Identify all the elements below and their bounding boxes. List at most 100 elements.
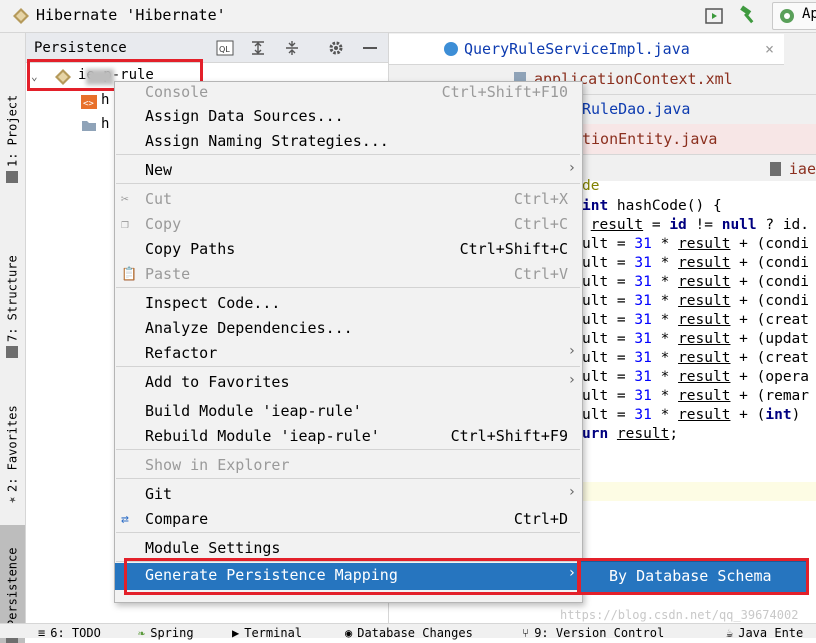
bottom-tab-terminal[interactable]: ▶ Terminal: [232, 626, 302, 640]
run-config-icon[interactable]: [704, 6, 724, 26]
bottom-tab-version-control[interactable]: ⑂ 9: Version Control: [522, 626, 664, 640]
menu-item-inspect-code[interactable]: Inspect Code...: [115, 291, 580, 316]
panel-title: Persistence: [34, 40, 127, 56]
app-button-label: Ap: [802, 6, 816, 22]
menu-separator: [116, 154, 580, 155]
left-tool-strip: 1: Project 7: Structure ★ 2: Favorites P…: [0, 33, 26, 643]
star-icon: ★: [5, 494, 20, 508]
terminal-icon: ▶: [232, 626, 240, 640]
code-line: int hashCode() {: [582, 198, 722, 214]
tree-child-label[interactable]: h: [101, 92, 109, 108]
tab-project-label: 1: Project: [5, 94, 20, 167]
tab-project[interactable]: 1: Project: [0, 73, 25, 183]
copy-icon: ❐: [121, 217, 129, 232]
chevron-right-icon: ›: [567, 343, 576, 359]
menu-item-add-to-favorites[interactable]: Add to Favorites ›: [115, 370, 580, 395]
menu-item-shortcut: Ctrl+D: [513, 510, 568, 528]
menu-item-copy[interactable]: ❐ Copy Ctrl+C: [115, 212, 580, 237]
tab-label: QueryRuleServiceImpl.java: [464, 40, 690, 58]
minimize-icon[interactable]: [361, 40, 379, 56]
tab-structure[interactable]: 7: Structure: [0, 238, 25, 358]
bottom-tab-spring[interactable]: ❧ Spring: [138, 626, 194, 640]
tab-favorites[interactable]: ★ 2: Favorites: [0, 383, 25, 508]
database-icon: ◉: [345, 626, 353, 640]
menu-separator: [116, 532, 580, 533]
menu-item-new[interactable]: New ›: [115, 158, 580, 183]
menu-item-label: Inspect Code...: [145, 294, 281, 312]
list-icon: ≡: [38, 626, 46, 640]
folder-icon: [82, 121, 96, 131]
bottom-tab-label: Java Ente: [738, 626, 804, 640]
chevron-right-icon: ›: [567, 160, 576, 176]
menu-item-label: Show in Explorer: [145, 456, 290, 474]
code-line: ult = 31 * result + (int): [582, 407, 810, 423]
tab-query-rule-service-impl[interactable]: QueryRuleServiceImpl.java ×: [389, 34, 784, 65]
bottom-tab-label: 9: Version Control: [534, 626, 665, 640]
menu-item-label: Add to Favorites: [145, 373, 290, 391]
menu-separator: [116, 287, 580, 288]
menu-item-rebuild-module-ieap-rule[interactable]: Rebuild Module 'ieap-rule' Ctrl+Shift+F9: [115, 424, 580, 449]
close-icon[interactable]: ×: [765, 40, 774, 58]
menu-item-label: Compare: [145, 510, 209, 528]
code-line: ult = 31 * result + (condi: [582, 274, 810, 290]
expand-all-icon[interactable]: [249, 40, 267, 56]
menu-item-paste[interactable]: 📋 Paste Ctrl+V: [115, 262, 580, 287]
code-line: ult = 31 * result + (creat: [582, 312, 810, 328]
menu-item-console[interactable]: Console Ctrl+Shift+F10: [115, 80, 580, 105]
tab-iae[interactable]: iae: [760, 154, 816, 184]
menu-item-refactor[interactable]: Refactor ›: [115, 341, 580, 366]
bottom-tab-label: Database Changes: [357, 626, 473, 640]
tab-label: tionEntity.java: [582, 130, 718, 148]
menu-item-copy-paths[interactable]: Copy Paths Ctrl+Shift+C: [115, 237, 580, 262]
highlight-box-submenu: [577, 558, 809, 595]
code-line: ult = 31 * result + (updat: [582, 331, 810, 347]
window-title: Hibernate 'Hibernate': [36, 6, 226, 24]
menu-item-label: Copy Paths: [145, 240, 236, 258]
menu-item-shortcut: Ctrl+Shift+C: [459, 240, 568, 258]
menu-item-label: Build Module 'ieap-rule': [145, 402, 362, 420]
gear-icon[interactable]: [327, 40, 345, 56]
menu-item-label: Paste: [145, 265, 191, 283]
collapse-all-icon[interactable]: [283, 40, 301, 56]
menu-separator: [116, 449, 580, 450]
code-line: de: [582, 178, 600, 194]
file-icon: [770, 162, 781, 176]
menu-item-label: New: [145, 161, 173, 179]
bottom-tab-todo[interactable]: ≡ 6: TODO: [38, 626, 101, 640]
menu-item-git[interactable]: Git ›: [115, 482, 580, 507]
menu-item-show-in-explorer[interactable]: Show in Explorer: [115, 453, 580, 478]
code-line: ult = 31 * result + (creat: [582, 350, 810, 366]
menu-item-analyze-dependencies[interactable]: Analyze Dependencies...: [115, 316, 580, 341]
xml-file-icon: <>: [81, 95, 97, 109]
menu-item-shortcut: Ctrl+Shift+F10: [441, 83, 568, 101]
menu-item-assign-naming-strategies[interactable]: Assign Naming Strategies...: [115, 129, 580, 154]
menu-item-cut[interactable]: ✂ Cut Ctrl+X: [115, 187, 580, 212]
code-line: result = id != null ? id.: [590, 217, 810, 233]
code-line: ult = 31 * result + (condi: [582, 236, 810, 252]
menu-item-label: Module Settings: [145, 539, 281, 557]
tab-structure-label: 7: Structure: [5, 255, 20, 342]
tree-child-label[interactable]: h: [101, 116, 109, 132]
menu-item-label: Cut: [145, 190, 173, 208]
bottom-tab-java-enterprise[interactable]: ☕ Java Ente: [726, 626, 803, 640]
menu-separator: [116, 183, 580, 184]
code-line: ult = 31 * result + (condi: [582, 255, 810, 271]
watermark: https://blog.csdn.net/qq_39674002: [560, 608, 799, 622]
menu-item-label: Copy: [145, 215, 182, 233]
menu-item-label: Assign Data Sources...: [145, 107, 344, 125]
menu-item-label: Git: [145, 485, 173, 503]
highlight-box-generate: [124, 558, 581, 595]
build-hammer-icon[interactable]: [738, 4, 760, 26]
bottom-tab-database-changes[interactable]: ◉ Database Changes: [345, 626, 473, 640]
menu-item-shortcut: Ctrl+V: [513, 265, 568, 283]
spring-icon: ❧: [138, 626, 146, 640]
menu-item-assign-data-sources[interactable]: Assign Data Sources...: [115, 104, 580, 129]
bottom-tab-label: Terminal: [244, 626, 303, 640]
menu-item-compare[interactable]: ⇄ Compare Ctrl+D: [115, 507, 580, 532]
menu-separator: [116, 478, 580, 479]
hibernate-icon: [13, 8, 29, 24]
menu-item-build-module-ieap-rule[interactable]: Build Module 'ieap-rule': [115, 399, 580, 424]
ql-console-icon[interactable]: QL: [216, 40, 234, 56]
menu-item-shortcut: Ctrl+X: [513, 190, 568, 208]
code-line: ult = 31 * result + (remar: [582, 388, 810, 404]
